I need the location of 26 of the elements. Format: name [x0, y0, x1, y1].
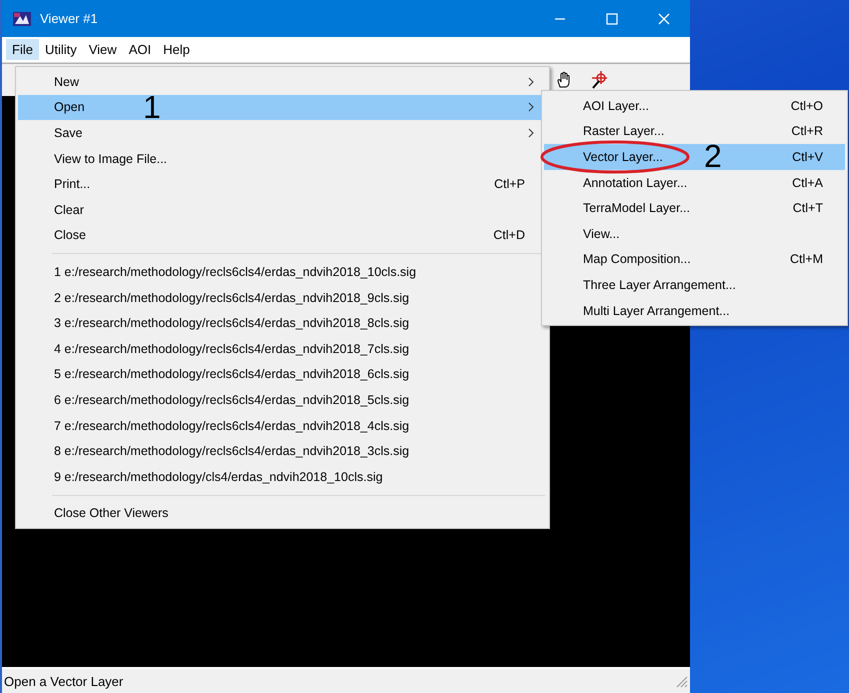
menu-item[interactable]: Annotation Layer... Ctl+A — [544, 170, 845, 196]
menu-item[interactable]: 9 e:/research/methodology/cls4/erdas_ndvih2018_10cls.sig — [18, 464, 547, 490]
menu-item[interactable]: Help — [157, 39, 196, 60]
menu-item[interactable]: File — [6, 39, 39, 60]
status-text: Open a Vector Layer — [4, 674, 124, 688]
menu-item[interactable]: Utility — [38, 39, 83, 60]
menu-item[interactable]: AOI Layer... Ctl+O — [544, 93, 845, 119]
menu-item[interactable]: 4 e:/research/methodology/recls6cls4/erdas_ndvih2018_7cls.sig — [18, 336, 547, 362]
menu-item[interactable]: 7 e:/research/methodology/recls6cls4/erdas_ndvih2018_4cls.sig — [18, 412, 547, 438]
menu-item[interactable]: Multi Layer Arrangement... — [544, 298, 845, 324]
menu-item[interactable]: 8 e:/research/methodology/recls6cls4/erdas_ndvih2018_3cls.sig — [18, 438, 547, 464]
menu-item[interactable]: AOI — [122, 39, 158, 60]
crosshair-icon[interactable] — [589, 70, 609, 90]
menu-item[interactable]: 5 e:/research/methodology/recls6cls4/erdas_ndvih2018_6cls.sig — [18, 362, 547, 388]
menu-item[interactable]: 6 e:/research/methodology/recls6cls4/erdas_ndvih2018_5cls.sig — [18, 387, 547, 413]
resize-grip-icon — [674, 674, 688, 688]
app-icon — [12, 10, 32, 28]
menu-item[interactable]: View... — [544, 220, 845, 247]
menu-item[interactable]: TerraModel Layer... Ctl+T — [544, 195, 845, 221]
menu-item[interactable]: Close Other Viewers — [18, 500, 547, 526]
menu-item[interactable]: Map Composition... Ctl+M — [544, 246, 845, 272]
menu-item[interactable]: View — [82, 39, 123, 60]
window-title: Viewer #1 — [40, 11, 98, 26]
close-icon — [658, 12, 670, 24]
maximize-icon — [606, 12, 618, 24]
menu-item[interactable]: Three Layer Arrangement... — [544, 272, 845, 298]
